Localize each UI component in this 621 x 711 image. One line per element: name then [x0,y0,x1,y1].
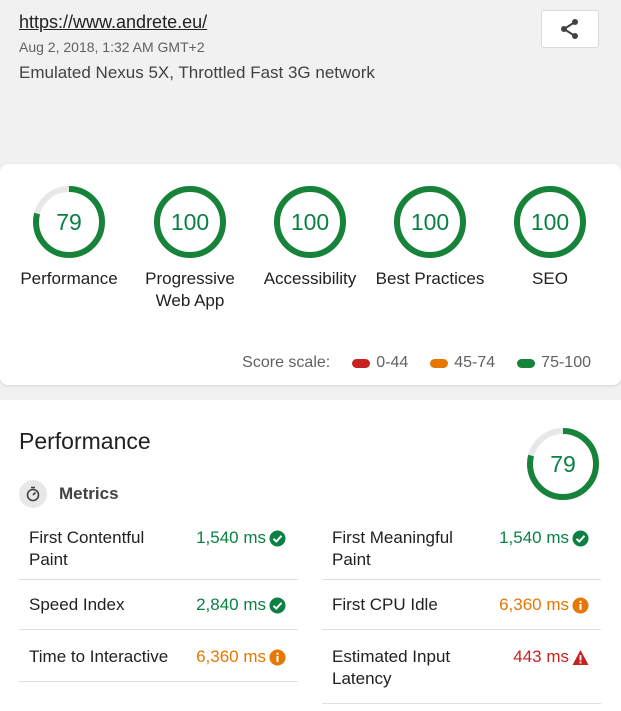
metric-row: Estimated Input Latency 443 ms [322,630,601,704]
metric-row: Speed Index 2,840 ms [19,580,298,630]
category-label: Performance [20,269,118,288]
pass-range: 75-100 [541,354,591,371]
metric-value: 2,840 ms [196,595,266,614]
metrics-header: Metrics [19,480,119,508]
metrics-label: Metrics [59,484,119,503]
performance-score-gauge: 79 [525,426,601,502]
category-label: Accessibility [263,269,357,288]
report-header: https://www.andrete.eu/ Aug 2, 2018, 1:3… [0,0,621,162]
score-scale-label: Score scale: [242,354,331,371]
score-scale-legend: Score scale: 0-44 45-74 75-100 [242,354,591,372]
page-url-link[interactable]: https://www.andrete.eu/ [19,12,207,33]
fail-swatch [352,358,371,368]
metric-row: First CPU Idle 6,360 ms [322,580,601,630]
share-icon [561,19,578,39]
check-circle-icon [269,597,286,614]
metric-row: Time to Interactive 6,360 ms [19,630,298,682]
category-gauge-accessibility[interactable]: 100 Accessibility [250,184,370,290]
check-circle-icon [572,530,589,547]
score-gauge: 100 [392,184,468,260]
metric-row: First Meaningful Paint 1,540 ms [322,518,601,580]
metric-name: First Contentful Paint [29,528,145,569]
warning-triangle-icon [572,650,589,665]
environment-info: Emulated Nexus 5X, Throttled Fast 3G net… [19,63,375,82]
metric-value: 1,540 ms [499,528,569,547]
metric-name: Speed Index [29,595,125,614]
category-gauge-best-practices[interactable]: 100 Best Practices [370,184,490,290]
score-gauge: 100 [272,184,348,260]
metric-row: First Contentful Paint 1,540 ms [19,518,298,580]
stopwatch-icon [19,480,47,508]
category-label: SEO [532,269,568,288]
check-circle-icon [269,530,286,547]
metric-name: Estimated Input Latency [332,647,451,688]
metric-value: 1,540 ms [196,528,266,547]
gauge-score-value: 100 [170,208,210,235]
performance-section: Performance 79 Metrics First Contentful … [0,400,621,711]
category-gauge-seo[interactable]: 100 SEO [490,184,610,290]
average-swatch [430,358,449,368]
metric-name: First CPU Idle [332,595,438,614]
category-gauge-pwa[interactable]: 100 Progressive Web App [130,184,250,312]
category-label: Best Practices [375,269,485,288]
score-gauge: 100 [152,184,228,260]
section-title: Performance [19,428,151,454]
scores-summary-card: 79 Performance 100 Progressive Web App 1… [0,164,621,385]
metric-value: 6,360 ms [196,647,266,666]
metric-name: First Meaningful Paint [332,528,453,569]
gauge-score-value: 100 [410,208,450,235]
metric-value: 6,360 ms [499,595,569,614]
share-button[interactable] [541,10,599,48]
metric-value: 443 ms [513,647,569,666]
category-gauge-performance[interactable]: 79 Performance [9,184,129,290]
gauge-score-value: 100 [290,208,330,235]
info-circle-icon [572,597,589,614]
fail-range: 0-44 [376,354,409,371]
gauge-score-value: 100 [530,208,570,235]
gauge-score-value: 79 [550,450,576,477]
category-label: Progressive Web App [145,269,235,310]
report-date: Aug 2, 2018, 1:32 AM GMT+2 [19,39,205,55]
gauge-score-value: 79 [56,208,82,235]
pass-swatch [517,358,536,368]
average-range: 45-74 [454,354,496,371]
score-gauge: 100 [512,184,588,260]
metric-name: Time to Interactive [29,647,169,666]
score-gauge: 79 [31,184,107,260]
info-circle-icon [269,649,286,666]
